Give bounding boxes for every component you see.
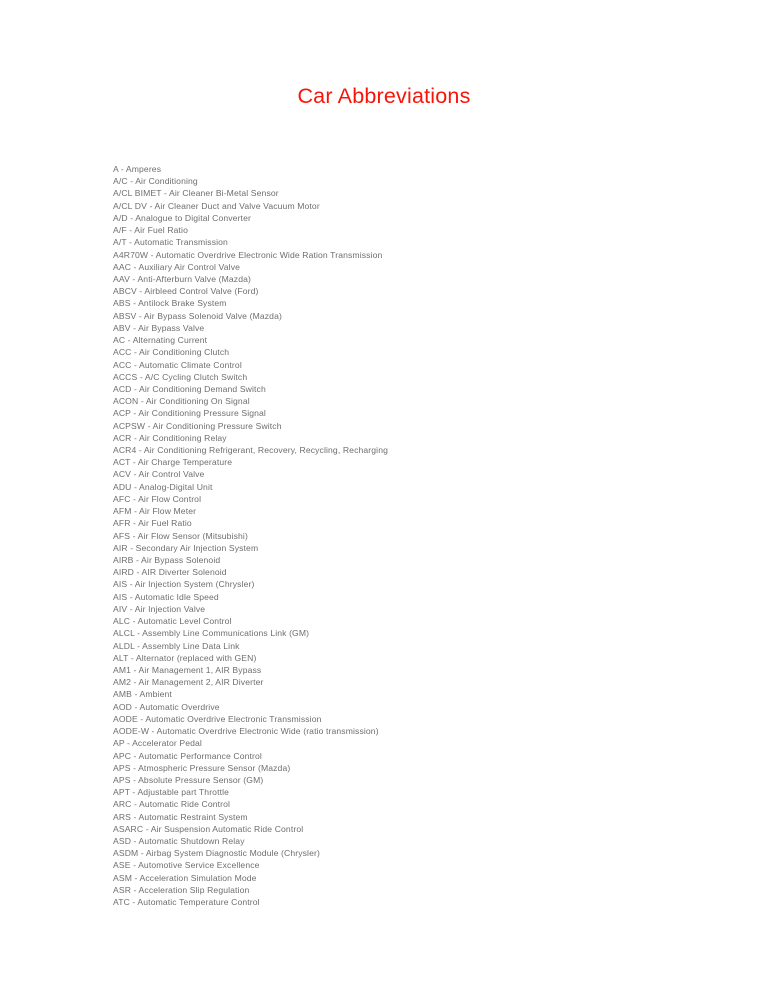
list-item: ASARC - Air Suspension Automatic Ride Co… (113, 823, 304, 834)
list-item: A/F - Air Fuel Ratio (113, 225, 188, 236)
list-item: APS - Atmospheric Pressure Sensor (Mazda… (113, 762, 291, 773)
list-item: AIRD - AIR Diverter Solenoid (113, 567, 227, 578)
list-item: ASM - Acceleration Simulation Mode (113, 872, 257, 883)
list-item: ABV - Air Bypass Valve (113, 322, 205, 333)
list-item: ACC - Automatic Climate Control (113, 359, 242, 370)
list-item: AOD - Automatic Overdrive (113, 701, 220, 712)
list-item: ACC - Air Conditioning Clutch (113, 347, 230, 358)
list-item: AM2 - Air Management 2, AIR Diverter (113, 677, 264, 688)
list-item: ARC - Automatic Ride Control (113, 799, 231, 810)
list-item: ADU - Analog-Digital Unit (113, 481, 213, 492)
list-item: ACP - Air Conditioning Pressure Signal (113, 408, 266, 419)
list-item: AFR - Air Fuel Ratio (113, 518, 192, 529)
list-item: AFM - Air Flow Meter (113, 506, 197, 517)
list-item: ACT - Air Charge Temperature (113, 457, 233, 468)
list-item: AAV - Anti-Afterburn Valve (Mazda) (113, 273, 251, 284)
list-item: AP - Accelerator Pedal (113, 738, 202, 749)
list-item: AAC - Auxiliary Air Control Valve (113, 261, 241, 272)
list-item: AFC - Air Flow Control (113, 493, 202, 504)
list-item: A/D - Analogue to Digital Converter (113, 212, 251, 223)
list-item: ABS - Antilock Brake System (113, 298, 227, 309)
list-item: ASD - Automatic Shutdown Relay (113, 836, 245, 847)
list-item: AMB - Ambient (113, 689, 172, 700)
list-item: APC - Automatic Performance Control (113, 750, 262, 761)
document-page: Car Abbreviations A - Amperes A/C - Air C… (0, 0, 768, 994)
list-item: ASR - Acceleration Slip Regulation (113, 884, 250, 895)
list-item: ACD - Air Conditioning Demand Switch (113, 383, 266, 394)
list-item: ALDL - Assembly Line Data Link (113, 640, 240, 651)
list-item: AFS - Air Flow Sensor (Mitsubishi) (113, 530, 248, 541)
list-item: AODE - Automatic Overdrive Electronic Tr… (113, 713, 322, 724)
list-item: AM1 - Air Management 1, AIR Bypass (113, 664, 262, 675)
abbreviation-list: A - Amperes A/C - Air Conditioning A/CL BI… (113, 163, 713, 908)
list-item: ASE - Automotive Service Excellence (113, 860, 260, 871)
list-item: AC - Alternating Current (113, 335, 208, 346)
list-item: A/C - Air Conditioning (113, 176, 198, 187)
list-item: ASDM - Airbag System Diagnostic Module (… (113, 848, 320, 859)
list-item: AODE-W - Automatic Overdrive Electronic … (113, 726, 379, 737)
list-item: AIRB - Air Bypass Solenoid (113, 555, 221, 565)
list-item: AIR - Secondary Air Injection System (113, 542, 259, 553)
list-item: ALT - Alternator (replaced with GEN) (113, 652, 257, 663)
list-item: AIV - Air Injection Valve (113, 603, 206, 614)
list-item: AIS - Air Injection System (Chrysler) (113, 579, 255, 590)
list-item: ACON - Air Conditioning On Signal (113, 396, 250, 407)
list-item: ACR4 - Air Conditioning Refrigerant, Rec… (113, 445, 389, 456)
list-item: ALCL - Assembly Line Communications Link… (113, 628, 310, 639)
list-item: APS - Absolute Pressure Sensor (GM) (113, 774, 264, 785)
list-item: A/CL DV - Air Cleaner Duct and Valve Vac… (113, 200, 320, 211)
list-item: A/T - Automatic Transmission (113, 237, 228, 248)
list-item: ACR - Air Conditioning Relay (113, 432, 227, 443)
list-item: ABCV - Airbleed Control Valve (Ford) (113, 286, 259, 297)
list-item: ACCS - A/C Cycling Clutch Switch (113, 371, 248, 382)
list-item: ATC - Automatic Temperature Control (113, 897, 260, 908)
list-item: ACV - Air Control Valve (113, 469, 205, 480)
list-item: AIS - Automatic Idle Speed (113, 591, 219, 602)
list-item: ABSV - Air Bypass Solenoid Valve (Mazda) (113, 310, 282, 321)
list-item: A - Amperes (113, 164, 162, 174)
list-item: APT - Adjustable part Throttle (113, 787, 230, 798)
list-item: ARS - Automatic Restraint System (113, 811, 248, 822)
list-item: A/CL BIMET - Air Cleaner Bi-Metal Sensor (113, 188, 279, 199)
list-item: ACPSW - Air Conditioning Pressure Switch (113, 420, 282, 431)
list-item: ALC - Automatic Level Control (113, 616, 232, 627)
page-title: Car Abbreviations (297, 84, 471, 108)
list-item: A4R70W - Automatic Overdrive Electronic … (113, 249, 383, 260)
